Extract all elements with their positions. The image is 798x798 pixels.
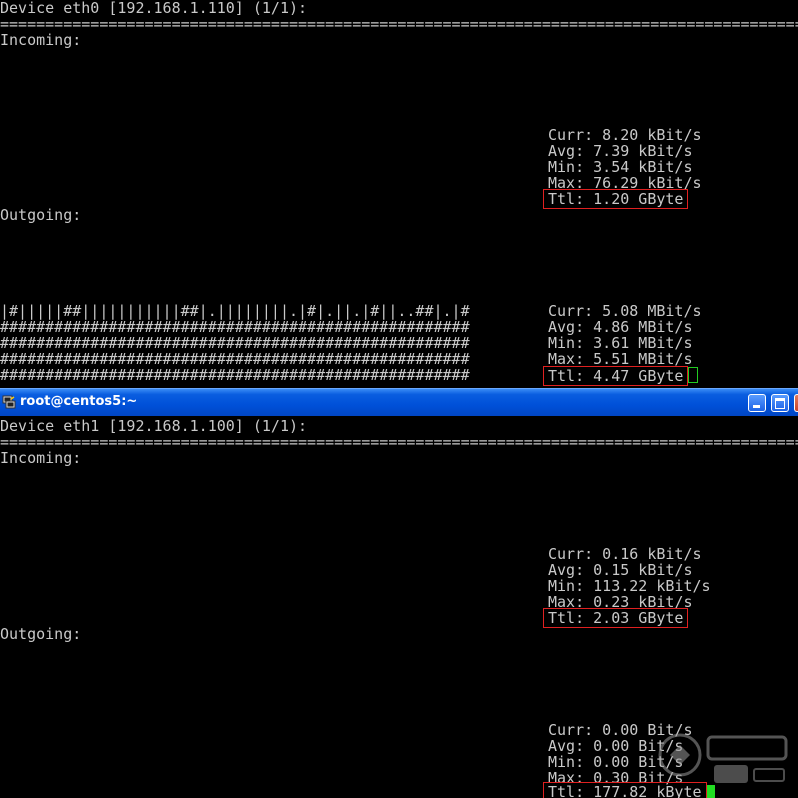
incoming-curr: Curr: 0.16 kBit/s <box>548 545 702 563</box>
outgoing-ttl-highlighted: Ttl: 4.47 GByte <box>542 366 699 386</box>
putty-terminal-icon <box>2 395 16 409</box>
outgoing-max: Max: 5.51 MBit/s <box>548 350 693 368</box>
outgoing-curr: Curr: 5.08 MBit/s <box>548 302 702 320</box>
incoming-curr: Curr: 8.20 kBit/s <box>548 126 702 144</box>
incoming-ttl: Ttl: 1.20 GByte <box>542 189 689 209</box>
cursor-inactive <box>688 367 699 383</box>
outgoing-label: Outgoing: <box>0 625 82 643</box>
incoming-label: Incoming: <box>0 31 82 49</box>
incoming-min: Min: 113.22 kBit/s <box>548 577 711 595</box>
close-button[interactable] <box>794 394 798 412</box>
traffic-graph-row: ########################################… <box>0 350 470 368</box>
incoming-max: Max: 76.29 kBit/s <box>548 174 702 192</box>
incoming-ttl-highlighted: Ttl: 1.20 GByte <box>542 189 689 209</box>
separator-line: ========================================… <box>0 434 798 450</box>
outgoing-ttl: Ttl: 4.47 GByte <box>542 366 689 386</box>
outgoing-label: Outgoing: <box>0 206 82 224</box>
maximize-button[interactable] <box>771 394 789 412</box>
incoming-min: Min: 3.54 kBit/s <box>548 158 693 176</box>
window-title: root@centos5:~ <box>20 394 138 409</box>
outgoing-min: Min: 3.61 MBit/s <box>548 334 693 352</box>
outgoing-avg: Avg: 4.86 MBit/s <box>548 318 693 336</box>
incoming-label: Incoming: <box>0 449 82 467</box>
watermark-logo-icon <box>658 733 788 783</box>
incoming-avg: Avg: 7.39 kBit/s <box>548 142 693 160</box>
incoming-ttl-highlighted: Ttl: 2.03 GByte <box>542 608 689 628</box>
incoming-avg: Avg: 0.15 kBit/s <box>548 561 693 579</box>
incoming-max: Max: 0.23 kBit/s <box>548 593 693 611</box>
traffic-graph-row: ########################################… <box>0 334 470 352</box>
device-header: Device eth1 [192.168.1.100] (1/1): <box>0 417 308 435</box>
incoming-ttl: Ttl: 2.03 GByte <box>542 608 689 628</box>
traffic-graph-row: |#|||||##|||||||||||##|.||||||||.|#|.||.… <box>0 302 470 320</box>
separator-line: ========================================… <box>0 16 798 32</box>
traffic-graph-row: ########################################… <box>0 366 470 384</box>
window-titlebar[interactable]: root@centos5:~ <box>0 388 798 416</box>
minimize-button[interactable] <box>748 394 766 412</box>
traffic-graph-row: ########################################… <box>0 318 470 336</box>
device-header: Device eth0 [192.168.1.110] (1/1): <box>0 0 308 17</box>
